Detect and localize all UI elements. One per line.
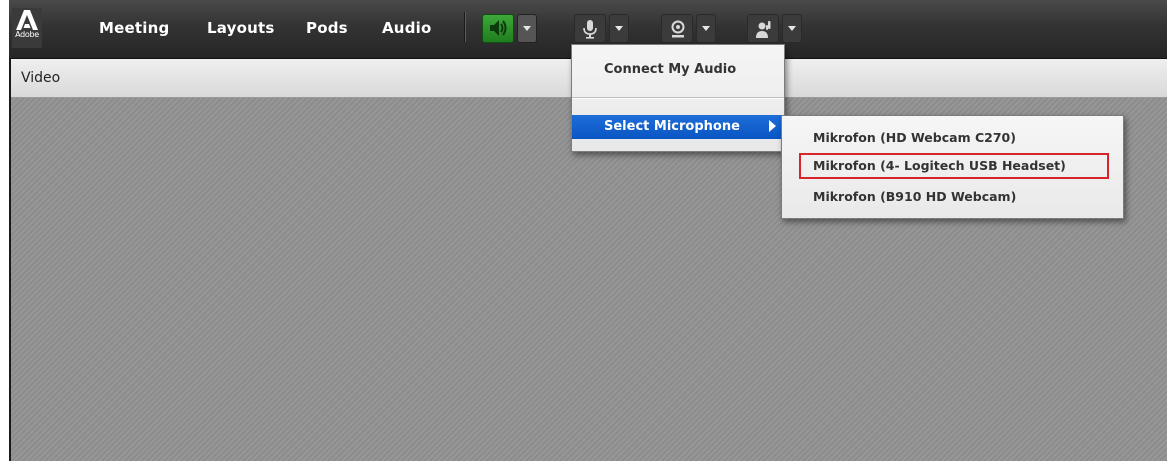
menu-item-label: Select Microphone — [604, 119, 740, 134]
microphone-option-b910-hd-webcam[interactable]: Mikrofon (B910 HD Webcam) — [813, 189, 1016, 204]
audio-dropdown-menu: Connect My Audio Select Microphone — [571, 44, 785, 152]
microphone-tool — [574, 14, 642, 43]
speaker-tool — [482, 14, 550, 43]
microphone-submenu: Mikrofon (HD Webcam C270) Mikrofon (4- L… — [781, 115, 1124, 219]
status-tool — [747, 14, 815, 43]
adobe-logo-text: Adobe — [15, 30, 39, 39]
microphone-icon — [583, 20, 597, 39]
chevron-down-icon — [702, 26, 710, 31]
webcam-tool — [661, 14, 729, 43]
pod-title: Video — [21, 70, 61, 86]
microphone-button[interactable] — [574, 14, 606, 43]
menu-pods[interactable]: Pods — [306, 19, 348, 37]
chevron-down-icon — [523, 26, 531, 31]
menu-meeting[interactable]: Meeting — [99, 19, 169, 37]
toolbar-divider — [464, 12, 466, 42]
status-dropdown-button[interactable] — [782, 14, 802, 43]
webcam-dropdown-button[interactable] — [696, 14, 716, 43]
menu-layouts[interactable]: Layouts — [207, 19, 274, 37]
menu-separator — [572, 97, 784, 99]
menu-item-connect-my-audio[interactable]: Connect My Audio — [572, 45, 784, 97]
adobe-logo: Adobe — [12, 8, 42, 48]
microphone-dropdown-button[interactable] — [609, 14, 629, 43]
submenu-arrow-icon — [769, 120, 776, 132]
adobe-logo-icon — [16, 10, 38, 30]
meeting-window: Adobe Meeting Layouts Pods Audio Video C… — [9, 0, 1167, 461]
speaker-icon — [490, 20, 507, 36]
chevron-down-icon — [788, 26, 796, 31]
menu-item-label: Connect My Audio — [604, 62, 737, 77]
speaker-button[interactable] — [482, 14, 514, 43]
webcam-button[interactable] — [661, 14, 693, 43]
microphone-option-logitech-usb-headset[interactable]: Mikrofon (4- Logitech USB Headset) — [813, 158, 1066, 173]
microphone-option-hd-webcam-c270[interactable]: Mikrofon (HD Webcam C270) — [813, 130, 1016, 145]
speaker-dropdown-button[interactable] — [517, 14, 537, 43]
webcam-icon — [671, 20, 685, 38]
raise-hand-button[interactable] — [747, 14, 779, 43]
menu-item-select-microphone[interactable]: Select Microphone — [572, 115, 784, 139]
chevron-down-icon — [615, 26, 623, 31]
raise-hand-icon — [756, 21, 771, 38]
menu-audio[interactable]: Audio — [382, 19, 431, 37]
